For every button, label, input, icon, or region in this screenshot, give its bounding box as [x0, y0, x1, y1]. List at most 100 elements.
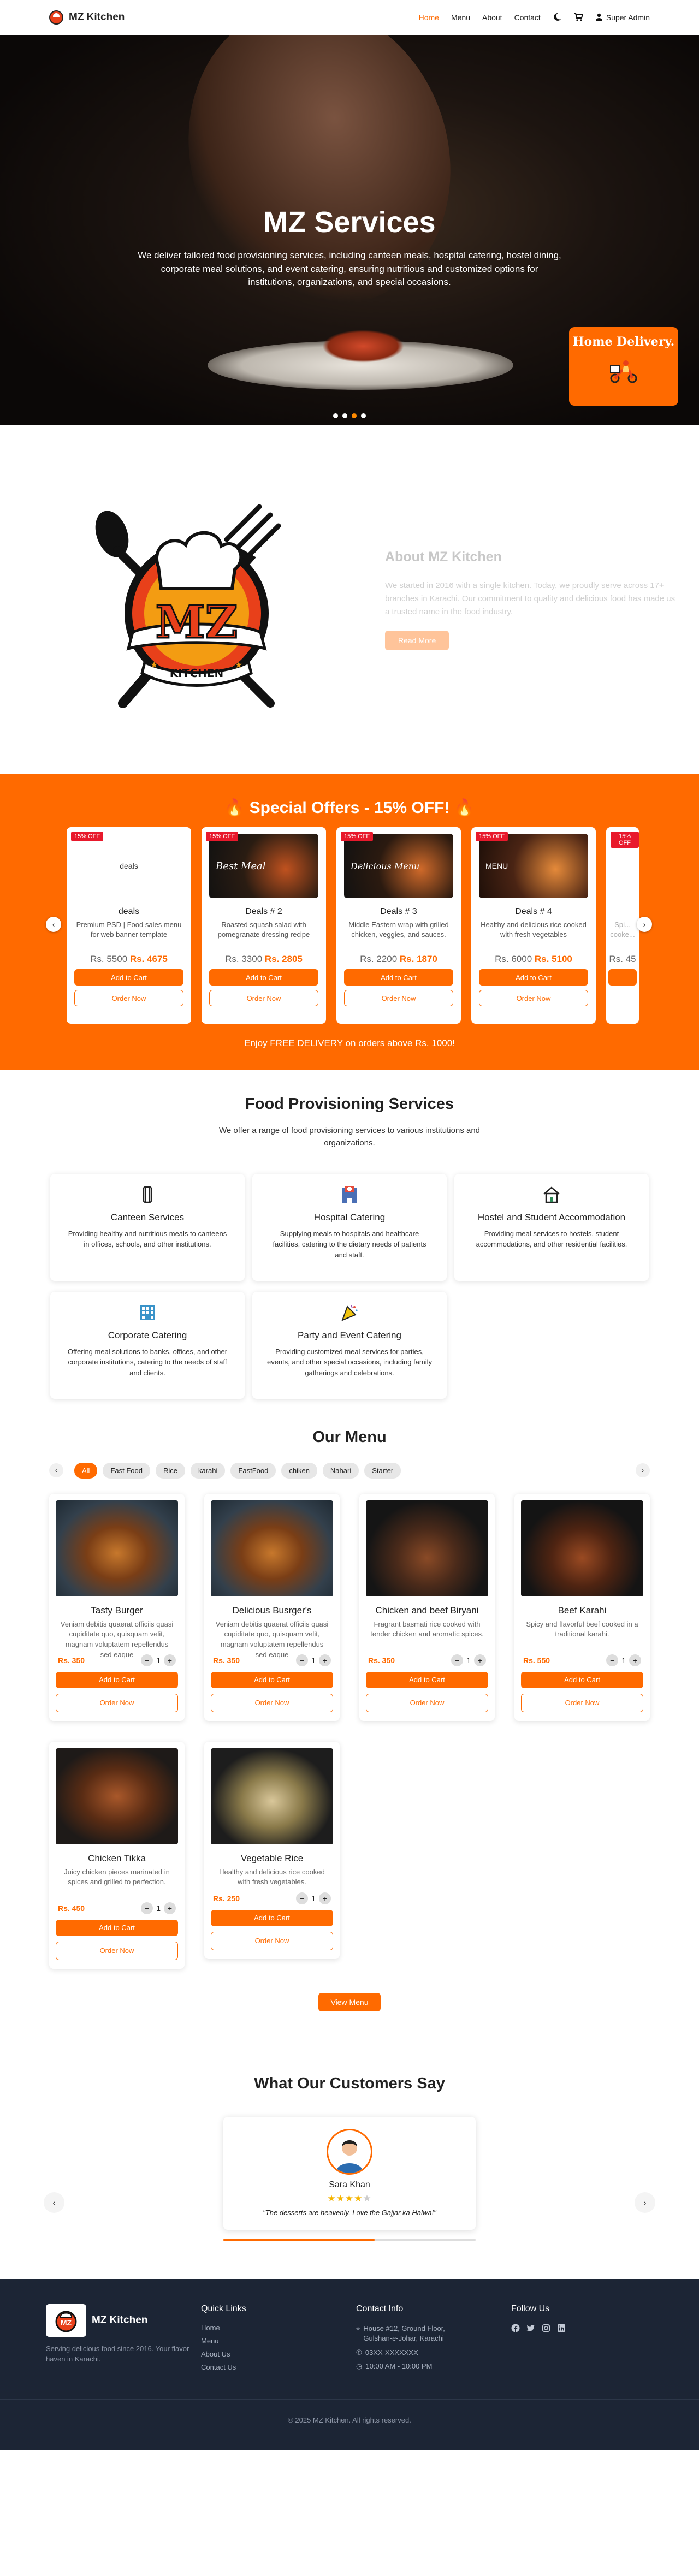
add-to-cart-button[interactable]: Add to Cart	[211, 1671, 333, 1688]
footer-link-contact[interactable]: Contact Us	[201, 2363, 356, 2371]
filter-chip[interactable]: FastFood	[230, 1462, 276, 1479]
add-to-cart-button[interactable]: Add to Cart	[211, 1909, 333, 1926]
minus-button[interactable]: −	[296, 1892, 309, 1904]
order-now-button[interactable]: Order Now	[344, 990, 453, 1006]
services-title: Food Provisioning Services	[245, 1095, 454, 1113]
add-to-cart-button[interactable]: Add to Cart	[56, 1919, 178, 1936]
new-price: Rs. 4675	[129, 954, 168, 964]
brand[interactable]: MZ Kitchen	[49, 10, 125, 25]
offers-prev-arrow[interactable]: ‹	[46, 917, 61, 932]
carousel-dot[interactable]	[342, 413, 347, 418]
add-to-cart-button[interactable]: Add to Cart	[74, 969, 183, 986]
service-title: Corporate Catering	[108, 1329, 187, 1340]
add-to-cart-button[interactable]	[608, 969, 637, 986]
service-title: Hostel and Student Accommodation	[477, 1212, 626, 1222]
filter-chip[interactable]: Starter	[364, 1462, 401, 1479]
new-price: Rs. 5100	[534, 954, 572, 964]
filter-chip[interactable]: Nahari	[322, 1462, 359, 1479]
testimonials-next-arrow[interactable]: ›	[635, 2192, 655, 2213]
carousel-dot[interactable]	[361, 413, 366, 418]
nav-link-home[interactable]: Home	[419, 13, 439, 22]
order-now-button[interactable]: Order Now	[366, 1693, 488, 1712]
order-now-button[interactable]: Order Now	[209, 990, 318, 1006]
offer-card: 15% OFF MENU Deals # 4 Healthy and delic…	[471, 827, 596, 1024]
star-empty-icon: ★	[363, 2193, 372, 2204]
star-icon: ★	[336, 2193, 345, 2204]
offers-next-arrow[interactable]: ›	[637, 917, 652, 932]
filters-next-arrow[interactable]: ›	[636, 1463, 650, 1477]
minus-button[interactable]: −	[141, 1654, 153, 1666]
testimonial-quote: "The desserts are heavenly. Love the Gaj…	[263, 2208, 436, 2217]
plus-button[interactable]: +	[164, 1902, 176, 1914]
filter-chip[interactable]: Fast Food	[103, 1462, 150, 1479]
minus-button[interactable]: −	[296, 1654, 309, 1666]
hero-text: We deliver tailored food provisioning se…	[138, 250, 561, 288]
user-menu[interactable]: Super Admin	[595, 13, 650, 22]
minus-button[interactable]: −	[451, 1654, 464, 1666]
footer-link-about[interactable]: About Us	[201, 2350, 356, 2358]
order-now-button[interactable]: Order Now	[211, 1693, 333, 1712]
offer-name: deals	[118, 907, 140, 916]
filter-chip[interactable]: karahi	[191, 1462, 226, 1479]
add-to-cart-button[interactable]: Add to Cart	[344, 969, 453, 986]
filters-prev-arrow[interactable]: ‹	[49, 1463, 63, 1477]
nav-link-menu[interactable]: Menu	[451, 13, 470, 22]
order-now-button[interactable]: Order Now	[521, 1693, 643, 1712]
svg-text:MZ: MZ	[61, 2318, 72, 2327]
filter-chip-all[interactable]: All	[74, 1462, 98, 1479]
order-now-button[interactable]: Order Now	[74, 990, 183, 1006]
moon-icon[interactable]	[553, 13, 561, 23]
linkedin-icon[interactable]	[557, 2324, 566, 2335]
read-more-button[interactable]: Read More	[385, 630, 449, 650]
order-now-button[interactable]: Order Now	[56, 1941, 178, 1960]
plus-button[interactable]: +	[164, 1654, 176, 1666]
add-to-cart-button[interactable]: Add to Cart	[366, 1671, 488, 1688]
special-offers-section: 🔥 Special Offers - 15% OFF! 🔥 ‹ 15% OFF …	[0, 774, 699, 1070]
service-title: Canteen Services	[110, 1212, 185, 1222]
minus-button[interactable]: −	[141, 1902, 153, 1914]
quantity-value: 1	[311, 1655, 316, 1665]
carousel-dot-active[interactable]	[352, 413, 357, 418]
house-icon	[541, 1184, 562, 1206]
add-to-cart-button[interactable]: Add to Cart	[56, 1671, 178, 1688]
plus-button[interactable]: +	[319, 1654, 331, 1666]
user-name: Super Admin	[606, 13, 650, 22]
twitter-icon[interactable]	[526, 2324, 535, 2335]
nav-link-contact[interactable]: Contact	[514, 13, 541, 22]
old-price: Rs. 3300	[225, 954, 263, 964]
service-title: Hospital Catering	[313, 1212, 386, 1222]
plus-button[interactable]: +	[319, 1892, 331, 1904]
menu-item-desc: Spicy and flavorful beef cooked in a tra…	[526, 1619, 638, 1639]
filter-chip[interactable]: Rice	[155, 1462, 185, 1479]
home-delivery-card[interactable]: Home Delivery.	[569, 327, 678, 406]
facebook-icon[interactable]	[511, 2324, 520, 2335]
menu-item-name: Vegetable Rice	[240, 1853, 304, 1863]
contact-info-title: Contact Info	[356, 2304, 404, 2313]
add-to-cart-button[interactable]: Add to Cart	[521, 1671, 643, 1688]
plus-button[interactable]: +	[629, 1654, 641, 1666]
testimonials-prev-arrow[interactable]: ‹	[44, 2192, 64, 2213]
plus-button[interactable]: +	[474, 1654, 486, 1666]
add-to-cart-button[interactable]: Add to Cart	[479, 969, 588, 986]
offer-image: Best Meal	[209, 834, 318, 898]
order-now-button[interactable]: Order Now	[211, 1931, 333, 1950]
footer-link-home[interactable]: Home	[201, 2324, 356, 2332]
view-menu-button[interactable]: View Menu	[318, 1992, 381, 2011]
minus-button[interactable]: −	[606, 1654, 619, 1666]
follow-us-title: Follow Us	[511, 2304, 550, 2313]
carousel-dot[interactable]	[333, 413, 338, 418]
cart-icon[interactable]	[573, 12, 584, 23]
service-title: Party and Event Catering	[298, 1329, 401, 1340]
order-now-button[interactable]: Order Now	[56, 1693, 178, 1712]
old-price: Rs. 6000	[495, 954, 532, 964]
quantity-stepper: −1 +	[141, 1902, 176, 1914]
add-to-cart-button[interactable]: Add to Cart	[209, 969, 318, 986]
order-now-button[interactable]: Order Now	[479, 990, 588, 1006]
star-icon: ★	[354, 2193, 363, 2204]
instagram-icon[interactable]	[542, 2324, 550, 2335]
menu-item-desc: Fragrant basmati rice cooked with tender…	[370, 1619, 484, 1639]
nav-link-about[interactable]: About	[482, 13, 502, 22]
filter-chip[interactable]: chiken	[281, 1462, 317, 1479]
footer-link-menu[interactable]: Menu	[201, 2337, 356, 2345]
navbar: MZ Kitchen Home Menu About Contact Super…	[0, 0, 699, 35]
